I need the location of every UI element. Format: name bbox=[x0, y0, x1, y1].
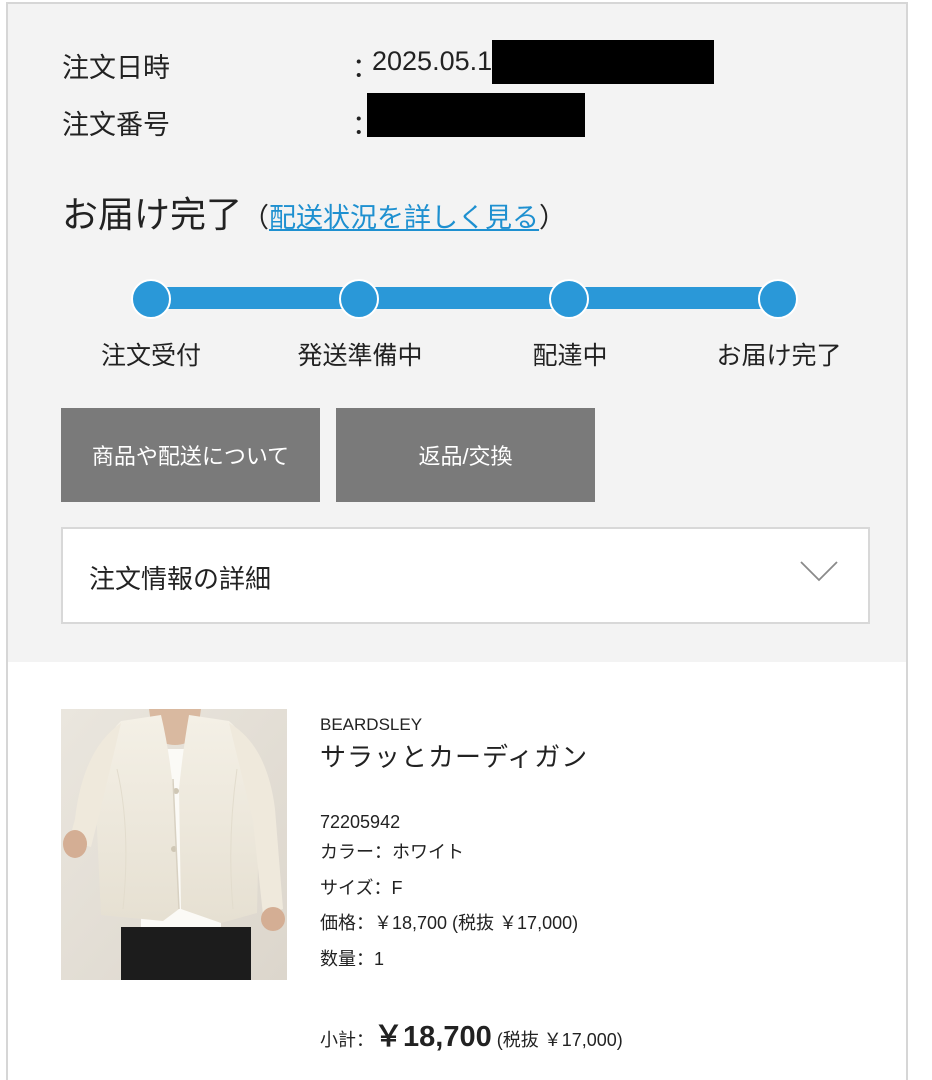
progress-segment bbox=[370, 287, 570, 309]
about-products-shipping-button[interactable]: 商品や配送について bbox=[61, 408, 320, 502]
step-label-in-delivery: 配達中 bbox=[532, 342, 608, 370]
order-details-title: 注文情報の詳細 bbox=[89, 564, 272, 594]
progress-step-dot bbox=[758, 279, 798, 319]
progress-step-dot bbox=[339, 279, 379, 319]
product-image[interactable] bbox=[61, 709, 287, 980]
product-price: 価格：￥18,700 (税抜 ￥17,000) bbox=[320, 913, 579, 933]
subtotal-label: 小計： bbox=[320, 1030, 374, 1050]
order-date-label: 注文日時 bbox=[62, 53, 170, 83]
redaction-bar bbox=[367, 93, 585, 137]
redaction-bar bbox=[492, 40, 714, 84]
paren-close: ） bbox=[539, 203, 567, 233]
step-label-preparing: 発送準備中 bbox=[297, 342, 423, 370]
delivery-status-heading: お届け完了（配送状況を詳しく見る） bbox=[62, 186, 566, 238]
step-label-delivered: お届け完了 bbox=[716, 342, 842, 370]
product-size: サイズ：F bbox=[320, 878, 403, 898]
product-subtotal: 小計：￥18,700 (税抜 ￥17,000) bbox=[320, 1013, 623, 1055]
step-label-order-received: 注文受付 bbox=[100, 342, 202, 370]
product-color: カラー：ホワイト bbox=[320, 842, 464, 862]
order-date-value: 2025.05.1 bbox=[372, 46, 493, 76]
subtotal-amount: ￥18,700 bbox=[374, 1021, 492, 1053]
product-name[interactable]: サラッとカーディガン bbox=[320, 737, 588, 774]
progress-segment bbox=[160, 287, 360, 309]
product-brand: BEARDSLEY bbox=[320, 715, 423, 734]
cardigan-photo bbox=[61, 709, 287, 980]
return-exchange-button[interactable]: 返品/交換 bbox=[336, 408, 595, 502]
progress-step-dot bbox=[549, 279, 589, 319]
paren-open: （ bbox=[242, 203, 270, 233]
delivery-tracking-link[interactable]: 配送状況を詳しく見る bbox=[269, 203, 539, 233]
order-number-label: 注文番号 bbox=[62, 110, 170, 140]
progress-segment bbox=[580, 287, 780, 309]
subtotal-tax: (税抜 ￥17,000) bbox=[491, 1030, 623, 1050]
chevron-down-icon bbox=[800, 561, 838, 582]
product-quantity: 数量：1 bbox=[320, 949, 385, 969]
product-code: 72205942 bbox=[320, 812, 401, 832]
order-details-accordion[interactable]: 注文情報の詳細 bbox=[61, 527, 870, 624]
progress-step-dot bbox=[131, 279, 171, 319]
delivery-status-title: お届け完了 bbox=[62, 194, 243, 235]
